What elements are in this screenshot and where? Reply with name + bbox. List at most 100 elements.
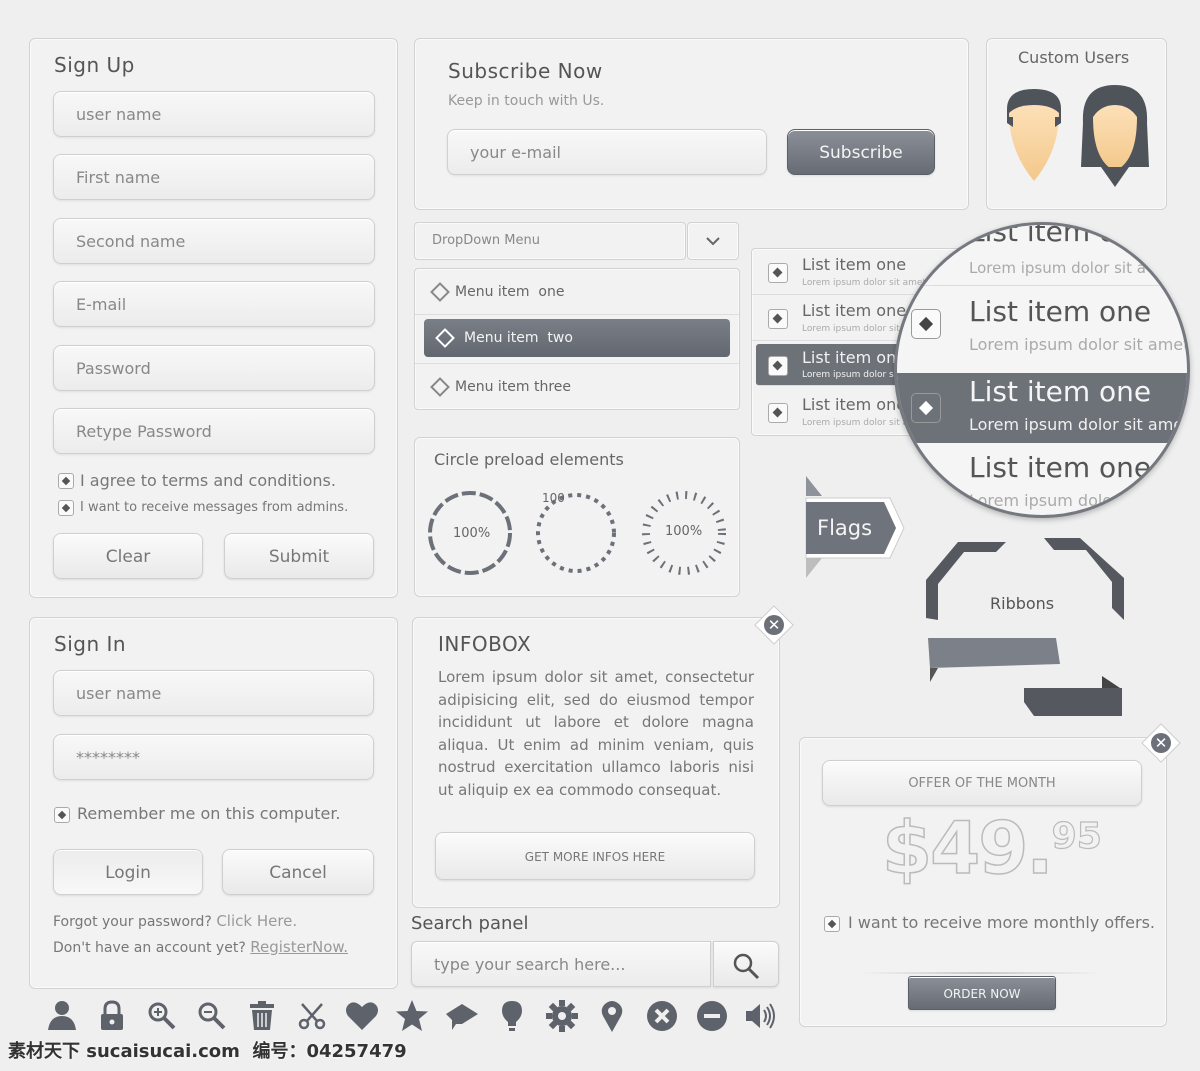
watermark: 素材天下 sucaisucai.com 编号：04257479	[8, 1041, 407, 1062]
speaker-icon[interactable]	[742, 998, 778, 1034]
preloader-label-3: 100%	[665, 524, 703, 539]
messages-label: I want to receive messages from admins.	[80, 500, 349, 515]
map-pin-icon[interactable]	[594, 998, 630, 1034]
preload-title: Circle preload elements	[434, 450, 624, 469]
diamond-icon	[430, 377, 450, 397]
magnified-top-subtitle: Lorem ipsum dolor sit a	[969, 259, 1146, 277]
agree-checkbox[interactable]	[58, 473, 74, 489]
forgot-password-label: Forgot your password?	[53, 914, 212, 930]
signin-title: Sign In	[54, 632, 127, 656]
offer-title: OFFER OF THE MONTH	[822, 760, 1142, 806]
user-icon[interactable]	[44, 998, 80, 1034]
offer-checkbox[interactable]	[824, 916, 840, 932]
search-panel-title: Search panel	[411, 913, 529, 934]
close-icon: ✕	[764, 615, 784, 635]
list-bullet-icon	[768, 263, 788, 283]
signin-password-input[interactable]: ********	[53, 734, 374, 780]
female-user-avatar-icon	[1081, 85, 1149, 187]
subscribe-email-input[interactable]: your e-mail	[447, 129, 767, 175]
first-name-field[interactable]: First name	[53, 154, 375, 200]
list-magnifier: List item one Lorem ipsum dolor sit a Li…	[894, 222, 1190, 518]
close-icon: ✕	[1151, 733, 1171, 753]
lightbulb-icon[interactable]	[494, 998, 530, 1034]
menu-item-label: Menu item one	[455, 284, 565, 300]
magnified-subtitle: Lorem ipsum dolor sit amet,	[969, 335, 1190, 354]
preloader-label-2: 100	[542, 491, 565, 505]
heart-icon[interactable]	[344, 998, 380, 1034]
signup-title: Sign Up	[54, 53, 135, 77]
preload-panel: Circle preload elements 100% 100 100%	[414, 437, 740, 597]
custom-users-panel: Custom Users	[986, 38, 1167, 210]
login-button[interactable]: Login	[53, 849, 203, 895]
forgot-password-text: Forgot your password? Click Here.	[53, 912, 297, 930]
submit-button[interactable]: Submit	[224, 533, 374, 579]
second-name-field[interactable]: Second name	[53, 218, 375, 264]
chevron-down-icon	[706, 237, 720, 246]
search-icon	[733, 953, 760, 980]
retype-password-field[interactable]: Retype Password	[53, 408, 375, 454]
menu-item-three[interactable]: Menu item three	[415, 363, 739, 409]
menu-item-two[interactable]: Menu item two	[424, 319, 730, 357]
remember-checkbox[interactable]	[54, 807, 70, 823]
offer-price-cents: 95	[1051, 815, 1102, 857]
dropdown-select[interactable]: DropDown Menu	[414, 222, 686, 260]
custom-users-title: Custom Users	[1018, 48, 1130, 67]
scissors-icon[interactable]	[294, 998, 330, 1034]
search-button[interactable]	[713, 941, 779, 987]
list-bullet-icon	[768, 403, 788, 423]
register-label: Don't have an account yet?	[53, 940, 246, 956]
menu-item-label: Menu item three	[455, 379, 572, 395]
offer-panel: OFFER OF THE MONTH $49.95 I want to rece…	[799, 737, 1167, 1027]
get-more-infos-button[interactable]: GET MORE INFOS HERE	[435, 832, 755, 880]
male-user-avatar-icon	[1007, 89, 1061, 181]
gear-icon[interactable]	[544, 998, 580, 1034]
dropdown-menu: Menu item one Menu item two Menu item th…	[414, 268, 740, 410]
magnified-active-title: List item one	[969, 375, 1152, 408]
username-field[interactable]: user name	[53, 91, 375, 137]
close-circle-icon[interactable]	[644, 998, 680, 1034]
clear-button[interactable]: Clear	[53, 533, 203, 579]
signin-username-input[interactable]: user name	[53, 670, 374, 716]
messages-checkbox[interactable]	[58, 500, 74, 516]
zoom-out-icon[interactable]	[194, 998, 230, 1034]
diamond-icon	[435, 328, 455, 348]
magnified-bottom-title: List item one	[969, 451, 1152, 484]
menu-item-label: Menu item two	[464, 330, 573, 346]
forgot-password-link[interactable]: Click Here.	[216, 912, 297, 930]
list-item-title: List item one	[802, 301, 907, 320]
flags-label: Flags	[817, 516, 873, 540]
offer-price-dollars: $49.	[881, 805, 1054, 891]
list-bullet-icon	[768, 356, 788, 376]
email-field[interactable]: E-mail	[53, 281, 375, 327]
ribbons-label: Ribbons	[990, 594, 1055, 613]
infobox-title: INFOBOX	[438, 632, 532, 656]
subscribe-panel: Subscribe Now Keep in touch with Us. you…	[414, 38, 969, 210]
magnified-bottom-subtitle: Lorem ipsum dolor	[969, 491, 1119, 510]
subscribe-button[interactable]: Subscribe	[787, 129, 935, 175]
remember-label: Remember me on this computer.	[77, 804, 341, 823]
zoom-in-icon[interactable]	[144, 998, 180, 1034]
list-bullet-icon	[768, 309, 788, 329]
magnified-bullet-icon	[911, 393, 941, 423]
lock-icon[interactable]	[94, 998, 130, 1034]
dropdown-selected-label: DropDown Menu	[432, 233, 540, 248]
dropdown-toggle-button[interactable]	[687, 222, 739, 260]
menu-item-one[interactable]: Menu item one	[415, 269, 739, 315]
comment-icon[interactable]	[444, 998, 480, 1034]
trash-icon[interactable]	[244, 998, 280, 1034]
minus-circle-icon[interactable]	[694, 998, 730, 1034]
password-field[interactable]: Password	[53, 345, 375, 391]
register-link[interactable]: RegisterNow.	[250, 938, 348, 956]
list-item-title: List item one	[802, 255, 907, 274]
star-icon[interactable]	[394, 998, 430, 1034]
magnified-bullet-icon	[911, 309, 941, 339]
agree-label: I agree to terms and conditions.	[80, 471, 336, 490]
signin-panel: Sign In user name ******** Remember me o…	[29, 617, 398, 989]
order-now-button[interactable]: ORDER NOW	[908, 976, 1056, 1010]
magnified-top-title: List item one	[969, 222, 1152, 248]
magnified-active-row: List item one Lorem ipsum dolor sit amet	[897, 373, 1187, 443]
infobox-panel: INFOBOX Lorem ipsum dolor sit amet, cons…	[412, 617, 780, 908]
list-item-subtitle: Lorem ipsum dolor sit amet,	[802, 278, 929, 288]
cancel-button[interactable]: Cancel	[222, 849, 374, 895]
search-input[interactable]: type your search here...	[411, 941, 711, 987]
